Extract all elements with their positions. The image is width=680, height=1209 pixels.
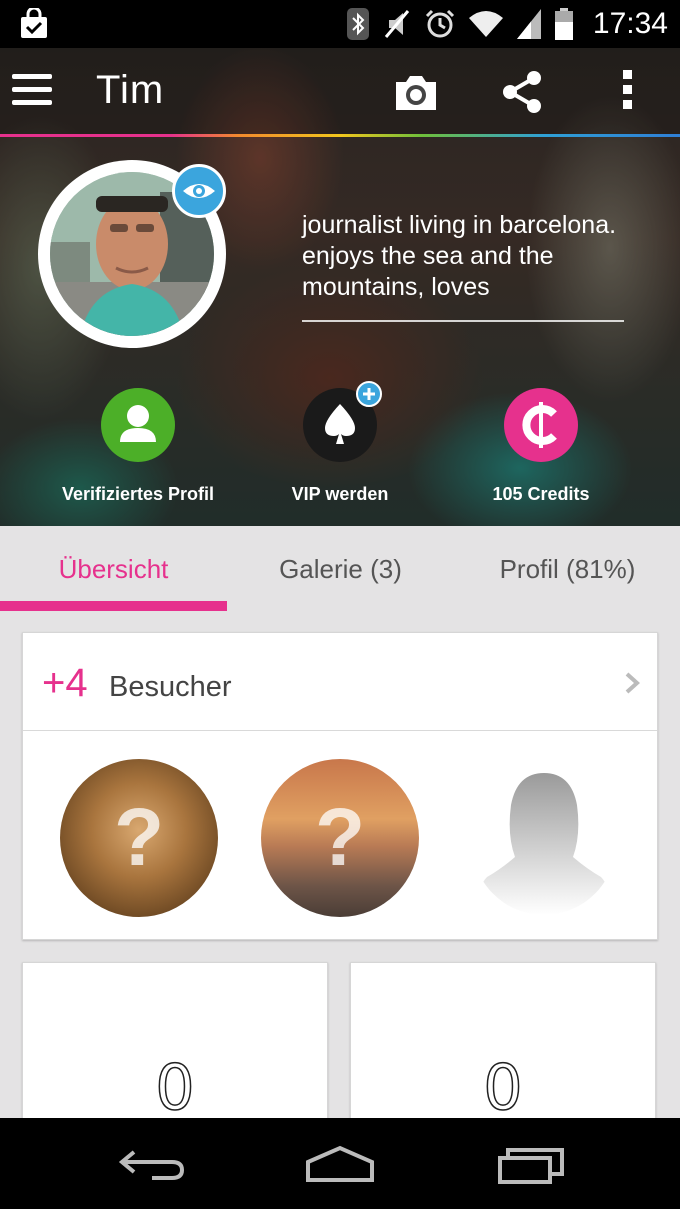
share-icon[interactable]	[498, 68, 546, 116]
page-title: Tim	[96, 68, 165, 112]
visitors-header[interactable]: +4 Besucher	[23, 633, 657, 731]
visitor-avatar-blurred[interactable]: ?	[60, 759, 218, 917]
visitor-avatar-blurred[interactable]: ?	[261, 759, 419, 917]
profile-bio[interactable]: journalist living in barcelona. enjoys t…	[302, 210, 622, 303]
status-icons: 17:34	[346, 0, 668, 48]
plus-badge-icon	[356, 381, 382, 407]
more-options-icon[interactable]	[614, 70, 640, 116]
tab-gallery[interactable]: Galerie (3)	[227, 554, 454, 585]
verified-profile-button[interactable]: Verifiziertes Profil	[38, 388, 238, 505]
visitors-label: Besucher	[109, 671, 232, 703]
battery-icon	[554, 8, 573, 40]
tab-bar: Übersicht Galerie (3) Profil (81%)	[0, 526, 680, 612]
tab-profile[interactable]: Profil (81%)	[454, 554, 680, 585]
visitor-count: +4	[42, 661, 88, 705]
visitors-card: +4 Besucher ? ?	[22, 632, 658, 940]
visitor-silhouette-placeholder	[471, 765, 617, 915]
mute-icon	[384, 10, 410, 38]
stat-card[interactable]: 0	[350, 962, 656, 1132]
active-tab-indicator	[0, 601, 227, 611]
tab-overview[interactable]: Übersicht	[0, 554, 227, 585]
vip-spade-icon	[303, 381, 382, 462]
stat-value: 0	[483, 1050, 524, 1125]
credits-label: 105 Credits	[492, 484, 590, 504]
recent-apps-icon[interactable]	[492, 1140, 572, 1188]
stat-value: 0	[155, 1050, 196, 1125]
visibility-badge[interactable]	[172, 164, 226, 218]
eye-icon	[183, 184, 215, 198]
app-screen: 17:34 Tim journalist living in barcelona…	[0, 0, 680, 1209]
wifi-icon	[468, 11, 503, 37]
action-bar: Tim	[0, 48, 680, 136]
hidden-visitor-mark: ?	[113, 792, 165, 883]
alarm-icon	[425, 9, 454, 38]
signal-icon	[516, 9, 541, 39]
verified-user-icon	[101, 388, 175, 462]
menu-icon[interactable]	[12, 74, 52, 108]
accent-divider	[0, 134, 680, 137]
back-icon[interactable]	[112, 1140, 192, 1188]
credits-button[interactable]: 105 Credits	[441, 388, 641, 505]
bluetooth-icon	[346, 8, 369, 40]
system-nav-bar	[0, 1118, 680, 1209]
home-icon[interactable]	[300, 1140, 380, 1188]
credits-icon	[504, 388, 578, 462]
clock: 17:34	[592, 7, 668, 40]
camera-icon[interactable]	[392, 70, 440, 114]
vip-button[interactable]: VIP werden	[240, 381, 440, 505]
stat-card[interactable]: 0	[22, 962, 328, 1132]
vip-label: VIP werden	[291, 484, 389, 504]
status-bar: 17:34	[0, 0, 680, 48]
bio-underline	[302, 320, 624, 322]
chevron-right-icon	[625, 672, 640, 694]
hidden-visitor-mark: ?	[314, 792, 366, 883]
verified-profile-label: Verifiziertes Profil	[61, 484, 215, 504]
shopping-bag-icon	[21, 8, 47, 38]
profile-header: Tim journalist living in barcelona. enjo…	[0, 48, 680, 526]
